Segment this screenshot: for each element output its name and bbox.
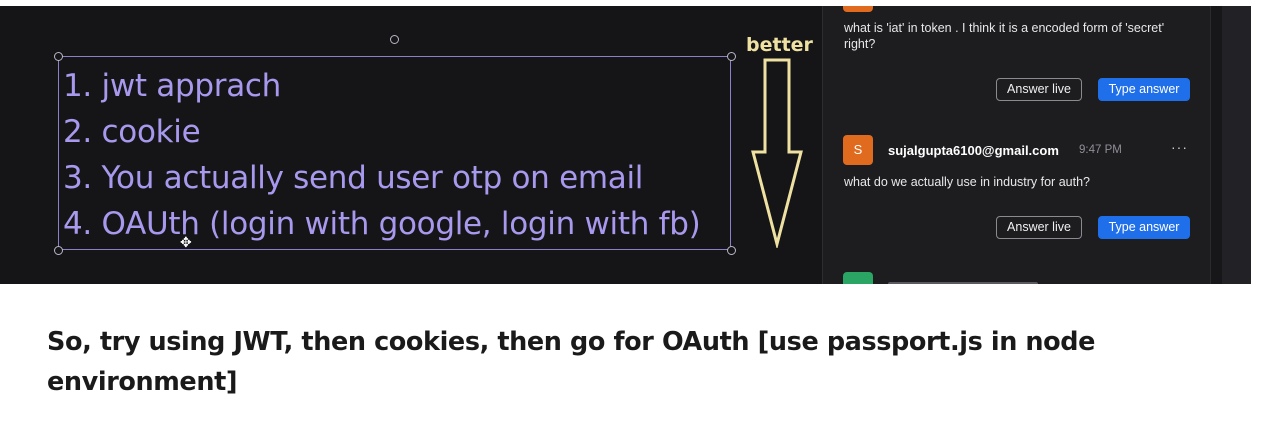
type-answer-button[interactable]: Type answer <box>1098 78 1190 101</box>
move-cursor-icon: ✥ <box>180 234 192 250</box>
message-preview <box>888 282 1038 284</box>
message-text: what is 'iat' in token . I think it is a… <box>844 21 1165 51</box>
window-edge <box>1222 6 1251 284</box>
answer-live-button[interactable]: Answer live <box>996 78 1082 101</box>
screenshot-frame: 1. jwt apprach 2. cookie 3. You actually… <box>0 6 1251 284</box>
whiteboard-canvas[interactable]: 1. jwt apprach 2. cookie 3. You actually… <box>0 6 822 284</box>
list-item: 4. OAUth (login with google, login with … <box>63 206 701 242</box>
whiteboard-text-list[interactable]: 1. jwt apprach 2. cookie 3. You actually… <box>63 63 743 247</box>
avatar <box>843 6 873 12</box>
message-text: what do we actually use in industry for … <box>844 175 1090 189</box>
down-arrow-icon <box>751 58 803 248</box>
caption-text: So, try using JWT, then cookies, then go… <box>47 327 1096 397</box>
resize-handle-bottom-left[interactable] <box>54 246 63 255</box>
list-item: 2. cookie <box>63 114 201 150</box>
resize-handle-bottom-right[interactable] <box>727 246 736 255</box>
more-options-icon[interactable]: ··· <box>1171 139 1188 155</box>
type-answer-button[interactable]: Type answer <box>1098 216 1190 239</box>
list-item: 1. jwt apprach <box>63 68 281 104</box>
message-time: 9:47 PM <box>1079 144 1122 156</box>
chat-panel: what is 'iat' in token . I think it is a… <box>822 6 1212 284</box>
resize-handle-top-left[interactable] <box>54 52 63 61</box>
sender-name: sujalgupta6100@gmail.com <box>888 143 1059 158</box>
chat-scrollbar[interactable] <box>1210 6 1222 284</box>
avatar: S <box>843 135 873 165</box>
list-item: 3. You actually send user otp on email <box>63 160 644 196</box>
better-annotation: better <box>746 34 813 56</box>
avatar <box>843 272 873 284</box>
resize-handle-top-right[interactable] <box>727 52 736 61</box>
rotate-handle[interactable] <box>390 35 399 44</box>
answer-live-button[interactable]: Answer live <box>996 216 1082 239</box>
